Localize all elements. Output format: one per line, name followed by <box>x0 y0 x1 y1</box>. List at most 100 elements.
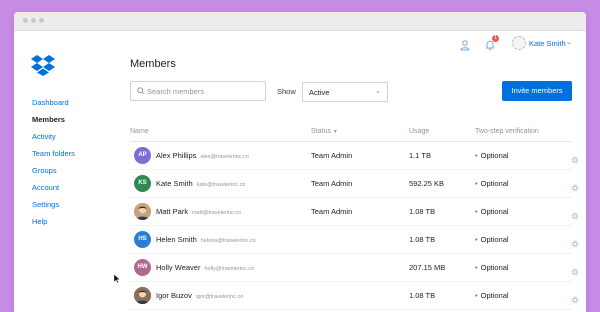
table-row[interactable]: HW Holly Weaver holly@travelerinc.co 207.15… <box>130 254 579 282</box>
sidebar-item-settings[interactable]: Settings <box>32 196 75 213</box>
member-email: igor@travelerinc.co <box>195 294 244 300</box>
two-step-value: Optional <box>480 263 509 272</box>
table-row[interactable]: HS Helen Smith helena@travelerinc.co 1.08 T… <box>130 226 579 254</box>
window-close-dot[interactable] <box>23 18 28 23</box>
window-minimize-dot[interactable] <box>31 18 36 23</box>
chevron-down-icon[interactable]: ⌄ <box>566 38 572 46</box>
search-input[interactable] <box>147 84 259 98</box>
member-name-cell: Alex Phillips alex@travelerinc.co <box>156 151 249 160</box>
member-two-step: • Optional <box>475 291 509 300</box>
member-two-step: • Optional <box>475 207 509 216</box>
column-header-usage[interactable]: Usage <box>409 128 429 135</box>
member-avatar <box>134 203 151 220</box>
top-bar: 1 Kate Smith ⌄ <box>14 31 586 59</box>
table-row[interactable]: Matt Park matt@travelerinc.co Team Admin 1.… <box>130 198 579 226</box>
gear-icon[interactable] <box>571 235 579 253</box>
mouse-cursor-icon <box>113 273 121 284</box>
table-row[interactable]: Igor Buzov igor@travelerinc.co 1.08 TB • Opt… <box>130 282 579 310</box>
gear-icon[interactable] <box>571 263 579 281</box>
members-table-header: Name Status ▼ Usage Two-step verification <box>130 125 572 142</box>
sort-desc-icon: ▼ <box>332 129 338 135</box>
member-avatar <box>134 287 151 304</box>
member-email: kate@travelerinc.co <box>196 182 246 188</box>
member-name-cell: Kate Smith kate@travelerinc.co <box>156 179 245 188</box>
member-status: Team Admin <box>311 151 353 160</box>
sidebar-item-dashboard[interactable]: Dashboard <box>32 94 75 111</box>
sidebar-nav: Dashboard Members Activity Team folders … <box>32 94 75 230</box>
status-filter-value: Active <box>309 88 330 97</box>
notification-badge: 1 <box>492 35 499 42</box>
column-header-status-label: Status <box>311 128 331 135</box>
member-email: helena@travelerinc.co <box>200 238 256 244</box>
member-name-cell: Holly Weaver holly@travelerinc.co <box>156 263 254 272</box>
member-avatar: HS <box>134 231 151 248</box>
invite-members-button[interactable]: Invite members <box>502 81 572 101</box>
person-icon[interactable] <box>459 39 471 51</box>
search-box[interactable] <box>130 81 266 101</box>
member-usage: 1.08 TB <box>409 207 436 216</box>
member-usage: 1.1 TB <box>409 151 431 160</box>
user-menu-name[interactable]: Kate Smith <box>529 39 566 48</box>
member-two-step: • Optional <box>475 235 509 244</box>
bullet-icon: • <box>475 207 478 216</box>
member-email: holly@travelerinc.co <box>204 266 255 272</box>
photo-avatar-icon <box>134 203 151 220</box>
member-usage: 1.08 TB <box>409 235 436 244</box>
column-header-status[interactable]: Status ▼ <box>311 128 338 135</box>
member-usage: 1.08 TB <box>409 291 436 300</box>
show-filter-label: Show <box>277 87 296 96</box>
member-usage: 207.15 MB <box>409 263 446 272</box>
sidebar-item-groups[interactable]: Groups <box>32 162 75 179</box>
sidebar-item-help[interactable]: Help <box>32 213 75 230</box>
member-avatar: KS <box>134 175 151 192</box>
table-row[interactable]: KS Kate Smith kate@travelerinc.co Team Admi… <box>130 170 579 198</box>
search-icon <box>137 87 145 95</box>
member-name[interactable]: Kate Smith <box>156 179 193 188</box>
two-step-value: Optional <box>480 291 509 300</box>
user-avatar[interactable] <box>512 36 526 50</box>
photo-avatar-icon <box>134 287 151 304</box>
status-filter-select[interactable]: Active ⌄ <box>302 82 388 102</box>
gear-icon[interactable] <box>571 151 579 169</box>
member-name[interactable]: Alex Phillips <box>156 151 196 160</box>
member-two-step: • Optional <box>475 151 509 160</box>
sidebar-item-members[interactable]: Members <box>32 111 75 128</box>
gear-icon[interactable] <box>571 179 579 197</box>
member-name[interactable]: Helen Smith <box>156 235 197 244</box>
member-avatar: HW <box>134 259 151 276</box>
two-step-value: Optional <box>480 207 509 216</box>
member-name[interactable]: Holly Weaver <box>156 263 200 272</box>
two-step-value: Optional <box>480 179 509 188</box>
two-step-value: Optional <box>480 151 509 160</box>
member-two-step: • Optional <box>475 179 509 188</box>
member-avatar: AP <box>134 147 151 164</box>
member-name[interactable]: Matt Park <box>156 207 188 216</box>
member-name-cell: Matt Park matt@travelerinc.co <box>156 207 241 216</box>
sidebar-item-activity[interactable]: Activity <box>32 128 75 145</box>
gear-icon[interactable] <box>571 291 579 309</box>
bullet-icon: • <box>475 151 478 160</box>
sidebar-item-account[interactable]: Account <box>32 179 75 196</box>
dropbox-logo-icon[interactable] <box>31 54 55 76</box>
column-header-two-step[interactable]: Two-step verification <box>475 128 539 135</box>
page-title: Members <box>130 58 176 70</box>
members-table-body: AP Alex Phillips alex@travelerinc.co Team A… <box>130 142 579 310</box>
sidebar-item-team-folders[interactable]: Team folders <box>32 145 75 162</box>
member-name-cell: Helen Smith helena@travelerinc.co <box>156 235 256 244</box>
gear-icon[interactable] <box>571 207 579 225</box>
bullet-icon: • <box>475 179 478 188</box>
member-status: Team Admin <box>311 207 353 216</box>
member-name[interactable]: Igor Buzov <box>156 291 192 300</box>
bullet-icon: • <box>475 263 478 272</box>
chevron-down-icon: ⌄ <box>375 88 381 95</box>
member-usage: 592.25 KB <box>409 179 445 188</box>
table-row[interactable]: AP Alex Phillips alex@travelerinc.co Team A… <box>130 142 579 170</box>
member-name-cell: Igor Buzov igor@travelerinc.co <box>156 291 243 300</box>
member-email: matt@travelerinc.co <box>192 210 242 216</box>
bullet-icon: • <box>475 291 478 300</box>
app-window: 1 Kate Smith ⌄ Dashboard Members Activit… <box>14 12 586 312</box>
two-step-value: Optional <box>480 235 509 244</box>
column-header-name[interactable]: Name <box>130 128 149 135</box>
window-maximize-dot[interactable] <box>39 18 44 23</box>
member-two-step: • Optional <box>475 263 509 272</box>
